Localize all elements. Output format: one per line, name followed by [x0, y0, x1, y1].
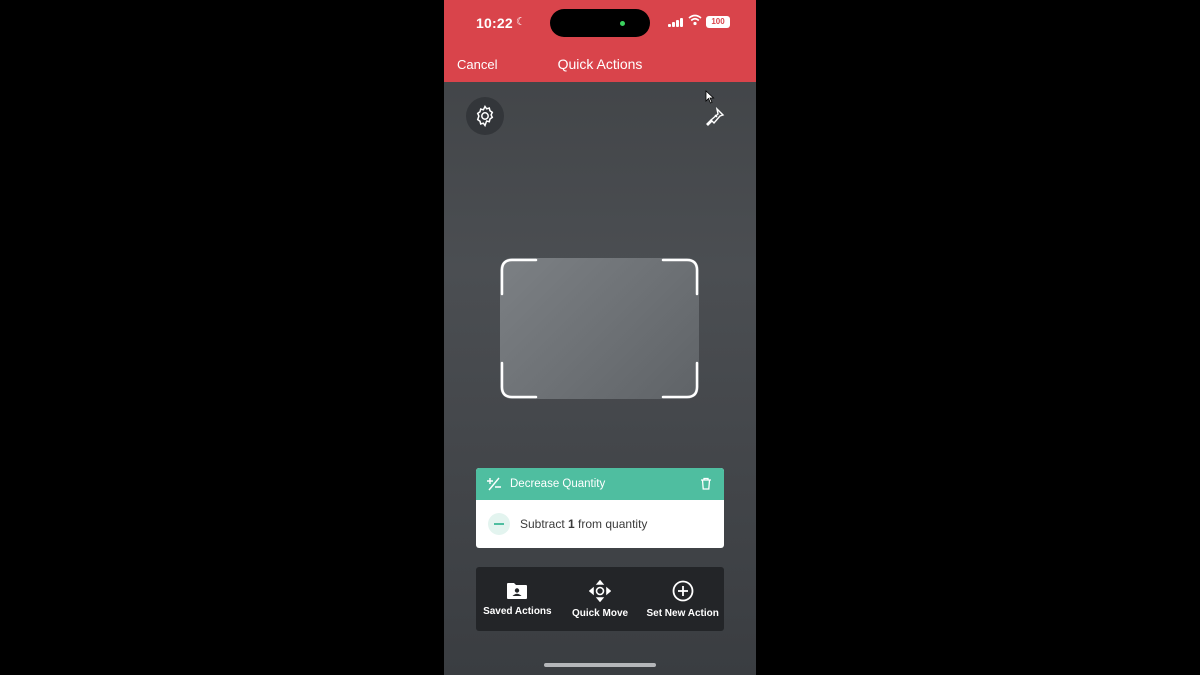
- action-card-body: Subtract 1 from quantity: [476, 500, 724, 548]
- saved-actions-label: Saved Actions: [483, 605, 552, 617]
- battery-indicator: 100: [706, 16, 730, 28]
- phone-screen: 10:22 ☾ 100 Cancel Quick Actions Decreas…: [444, 0, 756, 675]
- plus-minus-icon: [487, 477, 501, 491]
- action-title: Decrease Quantity: [510, 478, 606, 490]
- gear-icon: [476, 105, 494, 128]
- folder-user-icon: [507, 582, 528, 599]
- set-new-action-button[interactable]: Set New Action: [641, 567, 724, 631]
- flashlight-button[interactable]: [700, 102, 730, 132]
- dynamic-island: [550, 9, 650, 37]
- moon-icon: ☾: [516, 16, 526, 28]
- quick-move-button[interactable]: Quick Move: [559, 567, 642, 631]
- status-time: 10:22: [476, 15, 513, 31]
- mouse-cursor-icon: [705, 90, 715, 104]
- action-description: Subtract 1 from quantity: [520, 517, 648, 531]
- quick-move-label: Quick Move: [571, 607, 629, 619]
- home-indicator[interactable]: [544, 663, 656, 667]
- bottom-toolbar: Saved Actions Quick Move Set New Action: [476, 567, 724, 631]
- saved-actions-button[interactable]: Saved Actions: [476, 567, 559, 631]
- page-title: Quick Actions: [557, 56, 643, 72]
- move-arrows-icon: [589, 579, 611, 602]
- action-card-header: Decrease Quantity: [476, 468, 724, 500]
- signal-icon: [668, 17, 683, 27]
- trash-icon[interactable]: [700, 477, 712, 490]
- add-circle-icon: [672, 580, 694, 601]
- settings-button[interactable]: [466, 97, 504, 135]
- set-new-action-label: Set New Action: [646, 607, 719, 619]
- quick-action-card[interactable]: Decrease Quantity Subtract 1 from quanti…: [476, 468, 724, 548]
- wifi-icon: [688, 14, 702, 26]
- app-header: 10:22 ☾ 100 Cancel Quick Actions: [444, 0, 756, 82]
- flashlight-icon: [706, 106, 725, 126]
- minus-icon: [488, 513, 510, 535]
- scan-corners: [500, 258, 699, 399]
- camera-indicator-icon: [620, 21, 625, 26]
- scan-area: [500, 258, 699, 399]
